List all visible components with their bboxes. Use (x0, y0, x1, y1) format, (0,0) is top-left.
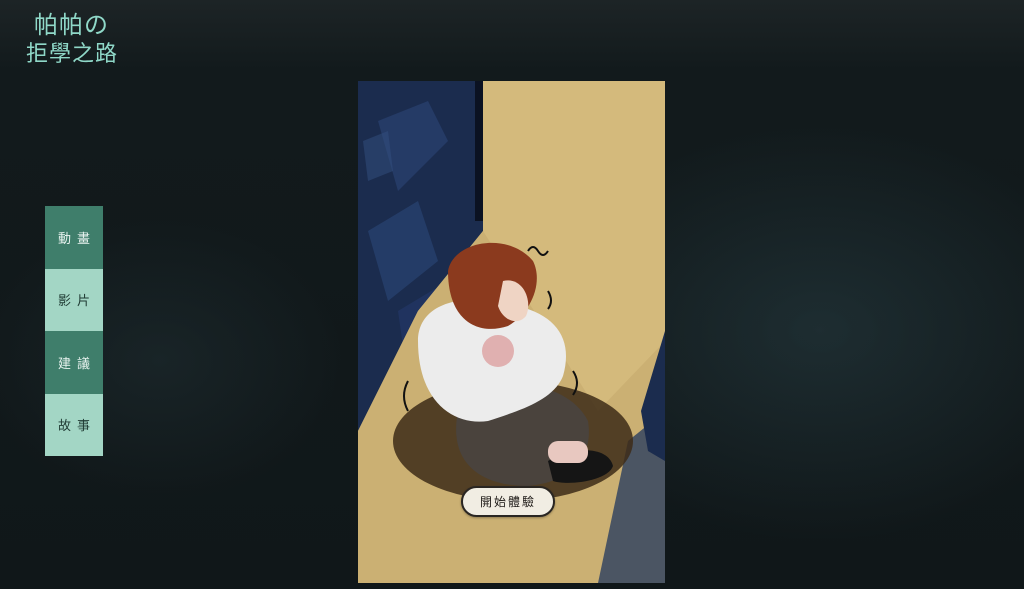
nav-item-advice[interactable]: 建議 (45, 331, 103, 394)
start-experience-button[interactable]: 開始體驗 (461, 486, 555, 517)
nav-item-animation[interactable]: 動畫 (45, 206, 103, 269)
nav-item-story[interactable]: 故事 (45, 393, 103, 456)
site-logo[interactable]: 帕帕の 拒學之路 (26, 10, 126, 70)
side-nav: 動畫 影片 建議 故事 (45, 206, 103, 456)
logo-title-line1: 帕帕の (34, 11, 109, 39)
logo-title-line2: 拒學之路 (26, 42, 119, 67)
nav-item-video[interactable]: 影片 (45, 268, 103, 331)
page: 帕帕の 拒學之路 動畫 影片 建議 故事 開始體驗 (0, 0, 1024, 589)
